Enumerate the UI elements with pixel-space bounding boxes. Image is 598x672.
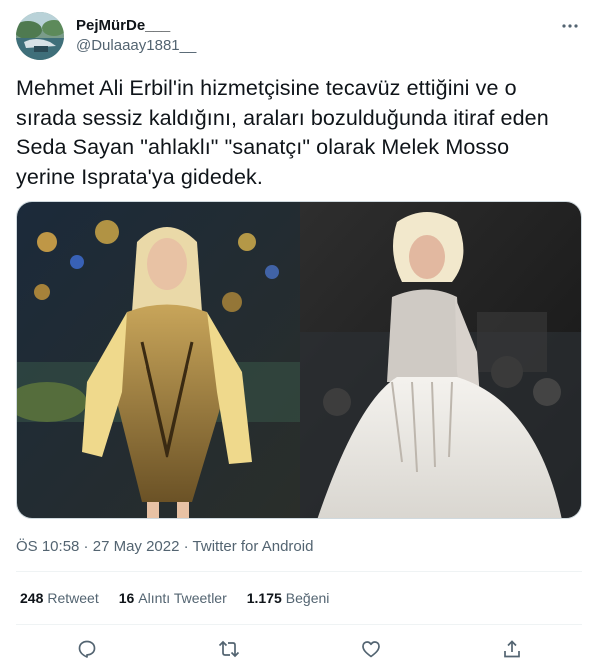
display-name[interactable]: PejMürDe___ <box>76 16 196 36</box>
reply-icon[interactable] <box>72 634 102 664</box>
retweets-label: Retweet <box>47 590 99 606</box>
likes-stat[interactable]: 1.175 Beğeni <box>247 588 330 608</box>
retweet-icon[interactable] <box>214 634 244 664</box>
tweet-header: PejMürDe___ @Dulaaay1881__ <box>16 12 582 62</box>
tweet-time[interactable]: ÖS 10:58 <box>16 538 79 555</box>
tweet-text: Mehmet Ali Erbil'in hizmetçisine tecavüz… <box>16 76 549 189</box>
divider <box>16 624 582 625</box>
tweet-source[interactable]: Twitter for Android <box>193 538 314 555</box>
retweets-stat[interactable]: 248 Retweet <box>20 588 99 608</box>
meta-separator: · <box>79 538 93 555</box>
more-horizontal-icon[interactable] <box>558 14 582 38</box>
retweets-count: 248 <box>20 590 44 606</box>
divider <box>16 571 582 572</box>
user-handle[interactable]: @Dulaaay1881__ <box>76 36 196 56</box>
likes-label: Beğeni <box>285 590 330 606</box>
user-names: PejMürDe___ @Dulaaay1881__ <box>76 16 196 56</box>
quotes-label: Alıntı Tweetler <box>138 590 227 606</box>
heart-icon[interactable] <box>356 634 386 664</box>
tweet-stats: 248 Retweet 16 Alıntı Tweetler 1.175 Beğeni <box>20 588 329 608</box>
tweet-card: PejMürDe___ @Dulaaay1881__ Mehmet Ali Er… <box>0 0 598 672</box>
share-icon[interactable] <box>497 634 527 664</box>
tweet-meta: ÖS 10:58 · 27 May 2022 · Twitter for And… <box>16 537 313 557</box>
tweet-actions <box>16 634 582 664</box>
avatar[interactable] <box>16 12 64 60</box>
quotes-stat[interactable]: 16 Alıntı Tweetler <box>119 588 227 608</box>
tweet-date[interactable]: 27 May 2022 <box>93 538 180 555</box>
tweet-media-image[interactable] <box>16 201 582 519</box>
likes-count: 1.175 <box>246 590 282 606</box>
quotes-count: 16 <box>118 590 135 606</box>
meta-separator: · <box>179 538 193 555</box>
